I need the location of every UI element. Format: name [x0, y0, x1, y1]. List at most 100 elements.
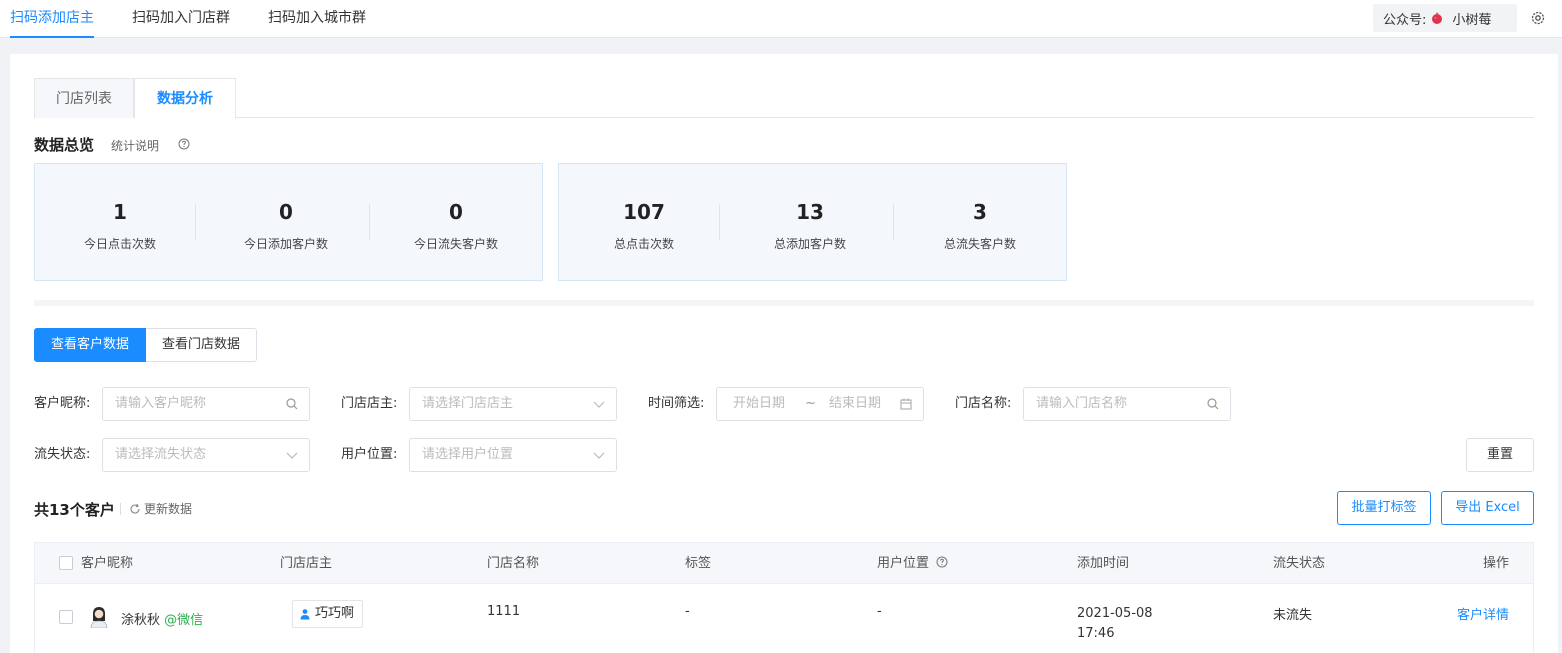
owner-select[interactable]: 请选择门店店主 — [409, 387, 617, 421]
tab-scan-join-city-group[interactable]: 扫码加入城市群 — [268, 0, 366, 38]
view-toggle: 查看客户数据 查看门店数据 — [34, 328, 258, 362]
stat-value: 1 — [113, 200, 127, 224]
reset-button[interactable]: 重置 — [1466, 438, 1534, 472]
churn-select[interactable]: 请选择流失状态 — [102, 438, 310, 472]
chevron-down-icon — [286, 452, 298, 459]
calendar-icon — [900, 398, 912, 410]
stat-label: 今日点击次数 — [83, 237, 156, 251]
location-label: 用户位置: — [341, 447, 398, 462]
col-owner: 门店店主 — [280, 556, 333, 571]
main-card: 门店列表 数据分析 数据总览 统计说明 1 今日点击次数 0 今日添加客户数 0… — [10, 54, 1558, 653]
sub-tabs: 门店列表 数据分析 — [34, 78, 1534, 119]
batch-tag-button[interactable]: 批量打标签 — [1337, 491, 1431, 525]
owner-label: 门店店主: — [341, 396, 398, 411]
wechat-source: @微信 — [164, 613, 204, 628]
search-icon — [286, 398, 298, 410]
select-all-checkbox[interactable] — [59, 556, 73, 570]
col-location: 用户位置 — [877, 543, 948, 585]
stat-label: 今日添加客户数 — [243, 237, 328, 251]
refresh-label: 更新数据 — [144, 502, 193, 516]
end-date-placeholder: 结束日期 — [829, 396, 882, 411]
owner-tag: 巧巧啊 — [292, 600, 364, 628]
stat-label: 总点击次数 — [613, 237, 674, 251]
col-action: 操作 — [1482, 556, 1509, 571]
help-icon[interactable] — [936, 556, 948, 568]
stat-total-added: 13 总添加客户数 — [725, 164, 895, 280]
stat-today-clicks: 1 今日点击次数 — [35, 164, 205, 280]
top-bar: 扫码添加店主 扫码加入门店群 扫码加入城市群 公众号: 小树莓 — [0, 0, 1562, 38]
time-label: 时间筛选: — [648, 396, 705, 411]
account-switcher[interactable]: 公众号: 小树莓 — [1373, 4, 1517, 32]
total-stats: 107 总点击次数 13 总添加客户数 3 总流失客户数 — [558, 163, 1067, 281]
top-nav: 扫码添加店主 扫码加入门店群 扫码加入城市群 — [10, 0, 404, 38]
tag-value: - — [685, 604, 690, 619]
col-added-time: 添加时间 — [1077, 556, 1130, 571]
account-name: 小树莓 — [1452, 12, 1492, 28]
churn-placeholder: 请选择流失状态 — [115, 447, 207, 462]
customer-detail-link[interactable]: 客户详情 — [1457, 604, 1509, 623]
col-store-name: 门店名称 — [487, 556, 540, 571]
view-store-data-button[interactable]: 查看门店数据 — [146, 328, 258, 362]
view-customer-data-button[interactable]: 查看客户数据 — [34, 328, 147, 362]
nickname-input[interactable]: 请输入客户昵称 — [102, 387, 310, 421]
stat-divider — [719, 204, 720, 240]
stat-label: 今日流失客户数 — [413, 237, 498, 251]
gear-icon[interactable] — [1530, 10, 1546, 26]
chevron-down-icon — [593, 452, 605, 459]
added-time: 2021-05-08 17:46 — [1077, 604, 1153, 644]
churn-label: 流失状态: — [34, 447, 91, 462]
avatar — [90, 607, 108, 628]
stat-total-churned: 3 总流失客户数 — [895, 164, 1065, 280]
stats-description-link[interactable]: 统计说明 — [111, 137, 159, 154]
search-icon — [1207, 398, 1219, 410]
location-placeholder: 请选择用户位置 — [422, 447, 514, 462]
store-name: 1111 — [487, 604, 521, 619]
date-range-picker[interactable]: 开始日期 ~ 结束日期 — [716, 387, 924, 421]
tab-scan-add-owner[interactable]: 扫码添加店主 — [10, 0, 94, 38]
stat-value: 0 — [449, 200, 463, 224]
added-date: 2021-05-08 — [1077, 606, 1153, 621]
table-row: 涂秋秋 @微信 巧巧啊 1111 - - 2021-05-08 17:46 未流… — [34, 584, 1534, 653]
help-icon[interactable] — [178, 138, 190, 150]
stat-label: 总流失客户数 — [943, 237, 1016, 251]
col-churn-status: 流失状态 — [1273, 556, 1326, 571]
owner-name: 巧巧啊 — [315, 606, 355, 621]
row-checkbox[interactable] — [59, 610, 73, 624]
tab-store-list[interactable]: 门店列表 — [34, 78, 134, 118]
refresh-data-button[interactable]: 更新数据 — [129, 500, 192, 517]
stat-divider — [195, 204, 196, 240]
tab-scan-join-store-group[interactable]: 扫码加入门店群 — [132, 0, 230, 38]
stat-divider — [369, 204, 370, 240]
title-divider — [120, 503, 121, 515]
refresh-icon — [130, 503, 140, 514]
location-select[interactable]: 请选择用户位置 — [409, 438, 617, 472]
date-separator: ~ — [805, 396, 816, 411]
owner-placeholder: 请选择门店店主 — [422, 396, 514, 411]
start-date-placeholder: 开始日期 — [733, 396, 786, 411]
section-divider — [34, 300, 1534, 306]
stat-total-clicks: 107 总点击次数 — [559, 164, 729, 280]
customer-count-title: 共13个客户 — [34, 501, 115, 519]
stat-label: 总添加客户数 — [773, 237, 846, 251]
stat-today-added: 0 今日添加客户数 — [201, 164, 371, 280]
col-nickname: 客户昵称 — [81, 556, 134, 571]
account-prefix: 公众号: — [1383, 12, 1427, 28]
store-name-placeholder: 请输入门店名称 — [1036, 396, 1128, 411]
raspberry-icon — [1432, 12, 1443, 24]
stat-value: 3 — [973, 200, 987, 224]
nickname-label: 客户昵称: — [34, 396, 91, 411]
user-icon — [300, 609, 310, 620]
export-excel-button[interactable]: 导出 Excel — [1441, 491, 1534, 525]
col-tag: 标签 — [685, 556, 712, 571]
chevron-down-icon — [593, 401, 605, 408]
nickname-text: 涂秋秋 — [121, 613, 161, 628]
store-name-input[interactable]: 请输入门店名称 — [1023, 387, 1231, 421]
table-header: 客户昵称 门店店主 门店名称 标签 用户位置 添加时间 流失状态 操作 — [34, 542, 1534, 584]
stat-value: 13 — [796, 200, 824, 224]
churn-status: 未流失 — [1273, 608, 1313, 623]
stat-today-churned: 0 今日流失客户数 — [371, 164, 541, 280]
customer-nickname: 涂秋秋 @微信 — [121, 609, 203, 628]
stat-value: 107 — [623, 200, 665, 224]
tab-data-analysis[interactable]: 数据分析 — [134, 78, 236, 119]
stat-value: 0 — [279, 200, 293, 224]
